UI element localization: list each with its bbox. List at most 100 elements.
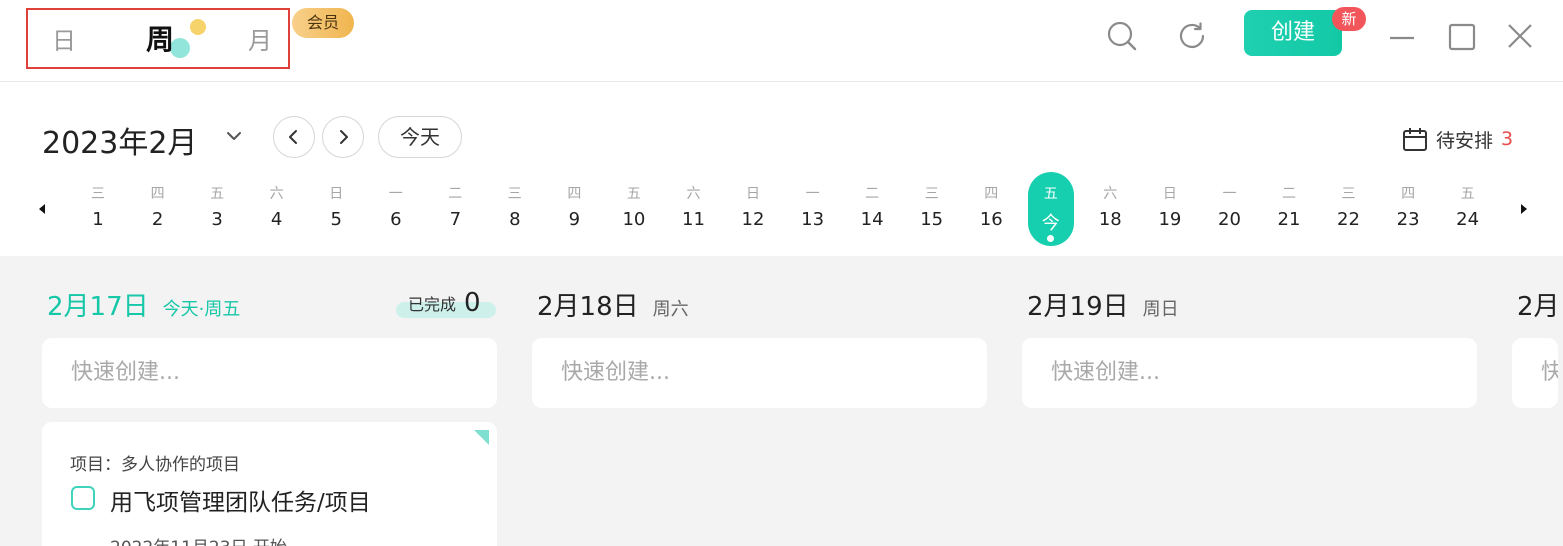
chevron-left-icon [289,130,297,144]
date-strip-day[interactable]: 四2 [135,172,181,246]
weekday-label: 日 [329,186,344,202]
day-number: 9 [568,209,581,230]
quick-create-input[interactable]: 快速创建... [42,338,497,408]
weekday-label: 一 [805,186,820,202]
day-date: 2月17日 [47,292,149,322]
strip-scroll-left-button[interactable] [34,200,50,218]
weekday-label: 二 [1282,186,1296,202]
date-strip-day[interactable]: 四 23 [1385,172,1431,246]
weekday-label: 三 [507,186,522,202]
task-card[interactable]: 项目：多人协作的项目 用飞项管理团队任务/项目 2022年11月23日 开始 [42,422,497,546]
day-number: 21 [1277,209,1301,230]
today-button[interactable]: 今天 [378,116,462,158]
minimize-icon [1390,36,1414,40]
weekday-label: 二 [448,186,463,202]
refresh-button[interactable] [1172,16,1212,56]
weekday-label: 三 [1341,186,1356,202]
date-strip-day[interactable]: 二 21 [1266,172,1312,246]
completed-count: 0 [464,288,481,318]
date-strip-day[interactable]: 日 12 [730,172,776,246]
date-strip: 三 1 四 2 五 3 六 4 日 5 一 6 二 7 三 8 四 9 五 10 六 11 日 12 一 13 二 14 三 15 四 16 五… [0,172,1563,256]
tab-week[interactable]: 周 [146,18,174,58]
view-switcher: 日 周 月 [26,8,290,69]
date-strip-day[interactable]: 五3 [194,172,240,246]
date-strip-day[interactable]: 六 18 [1087,172,1133,246]
maximize-button[interactable] [1442,16,1482,56]
date-strip-day[interactable]: 日 19 [1147,172,1193,246]
refresh-icon [1179,22,1205,49]
tab-month[interactable]: 月 [248,21,272,56]
day-number: 23 [1396,209,1420,230]
date-strip-day[interactable]: 一6 [373,172,419,246]
day-number: 2 [151,209,164,230]
weekday-label: 六 [686,186,701,202]
caret-right-icon [1521,204,1527,214]
strip-scroll-right-button[interactable] [1516,200,1532,218]
date-strip-day[interactable]: 二7 [432,172,478,246]
quick-create-input[interactable]: 快速创建... [532,338,987,408]
task-corner-marker [474,430,489,445]
task-project: 项目：多人协作的项目 [70,455,240,475]
search-button[interactable] [1102,16,1142,56]
title-bar: 日 周 月 会员 创建 新 [0,0,1563,82]
weekday-label: 四 [567,186,582,202]
month-dropdown-button[interactable] [222,124,246,148]
weekday-label: 一 [1222,186,1237,202]
day-date: 2月 [1517,292,1560,322]
date-strip-day[interactable]: 六4 [254,172,300,246]
pending-tasks-button[interactable]: 待安排 3 [1402,124,1513,154]
chevron-down-icon [227,132,241,140]
date-strip-day[interactable]: 二 14 [849,172,895,246]
day-number: 19 [1158,209,1182,230]
date-strip-day[interactable]: 三 22 [1326,172,1372,246]
date-strip-day[interactable]: 六 11 [671,172,717,246]
day-number: 1 [92,209,104,230]
date-strip-day-today[interactable]: 五今 [1027,172,1074,246]
date-strip-day[interactable]: 四9 [551,172,597,246]
day-number: 16 [979,209,1003,230]
date-strip-day[interactable]: 三1 [75,172,121,246]
prev-week-button[interactable] [273,116,315,158]
weekday-label: 五 [1043,186,1058,202]
vip-badge[interactable]: 会员 [292,8,354,38]
day-number: 8 [509,209,521,230]
day-number: 3 [211,209,223,230]
minimize-button[interactable] [1382,16,1422,56]
date-strip-day[interactable]: 日5 [313,172,359,246]
completed-label: 已完成 [408,295,457,314]
month-title[interactable]: 2023年2月 [42,118,197,162]
day-number: 6 [390,209,402,230]
task-checkbox[interactable] [71,486,95,510]
weekday-label: 四 [150,186,165,202]
day-number: 今 [1041,213,1060,234]
quick-create-input[interactable]: 快 [1512,338,1558,408]
day-number: 4 [270,209,283,230]
weekday-label: 五 [626,186,641,202]
day-number: 15 [920,209,944,230]
weekday-label: 四 [1401,186,1416,202]
day-number: 20 [1218,209,1241,230]
date-strip-day[interactable]: 五 24 [1445,172,1491,246]
close-button[interactable] [1500,16,1540,56]
new-badge: 新 [1332,7,1366,31]
date-strip-day[interactable]: 一 13 [790,172,836,246]
date-strip-day[interactable]: 三 15 [909,172,955,246]
date-strip-day[interactable]: 三8 [492,172,538,246]
quick-create-input[interactable]: 快速创建... [1022,338,1477,408]
search-icon [1107,21,1137,51]
caret-left-icon [39,204,45,214]
create-button[interactable]: 创建 [1244,10,1342,56]
day-subtitle: 周六 [652,299,689,320]
weekday-label: 六 [269,186,284,202]
tab-day[interactable]: 日 [52,21,76,56]
date-strip-day[interactable]: 一 20 [1207,172,1253,246]
day-number: 7 [449,209,462,230]
maximize-icon [1448,23,1476,51]
date-strip-day[interactable]: 四 16 [968,172,1014,246]
next-week-button[interactable] [322,116,364,158]
task-title[interactable]: 用飞项管理团队任务/项目 [110,483,371,517]
day-number: 12 [741,209,765,230]
completed-counter: 已完成 0 [396,286,496,320]
date-strip-day[interactable]: 五 10 [611,172,657,246]
day-number: 5 [330,209,342,230]
